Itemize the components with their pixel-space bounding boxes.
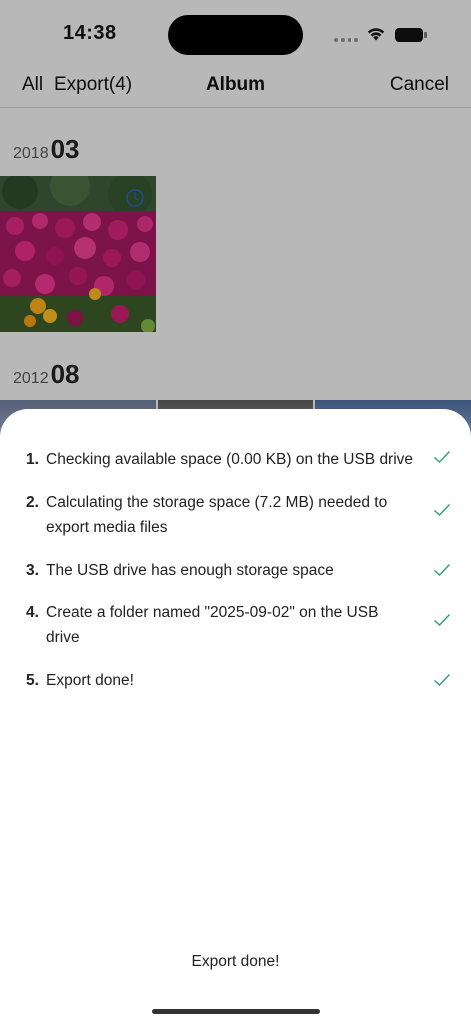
- step-text: Export done!: [46, 672, 134, 689]
- export-step: 2. Calculating the storage space (7.2 MB…: [26, 490, 454, 540]
- step-text: Calculating the storage space (7.2 MB) n…: [46, 494, 388, 536]
- checkmark-icon: [434, 614, 451, 626]
- step-number: 2.: [26, 494, 39, 511]
- step-text: Create a folder named "2025-09-02" on th…: [46, 604, 379, 646]
- checkmark-icon: [434, 504, 451, 516]
- step-number: 1.: [26, 451, 39, 468]
- step-number: 3.: [26, 562, 39, 579]
- home-indicator[interactable]: [152, 1009, 320, 1014]
- export-step: 1. Checking available space (0.00 KB) on…: [26, 447, 454, 472]
- export-step: 4. Create a folder named "2025-09-02" on…: [26, 600, 454, 650]
- checkmark-icon: [434, 674, 451, 686]
- export-status-text: Export done!: [191, 953, 280, 970]
- export-step: 5. Export done!: [26, 668, 454, 693]
- app-screen: 14:38 All Export(4) Album Cancel 2018 03: [0, 0, 471, 1024]
- step-text: The USB drive has enough storage space: [46, 562, 334, 579]
- export-progress-sheet: 1. Checking available space (0.00 KB) on…: [0, 409, 471, 1024]
- checkmark-icon: [434, 564, 451, 576]
- step-number: 4.: [26, 604, 39, 621]
- step-number: 5.: [26, 672, 39, 689]
- step-text: Checking available space (0.00 KB) on th…: [46, 451, 414, 468]
- export-step: 3. The USB drive has enough storage spac…: [26, 558, 454, 583]
- checkmark-icon: [434, 451, 451, 463]
